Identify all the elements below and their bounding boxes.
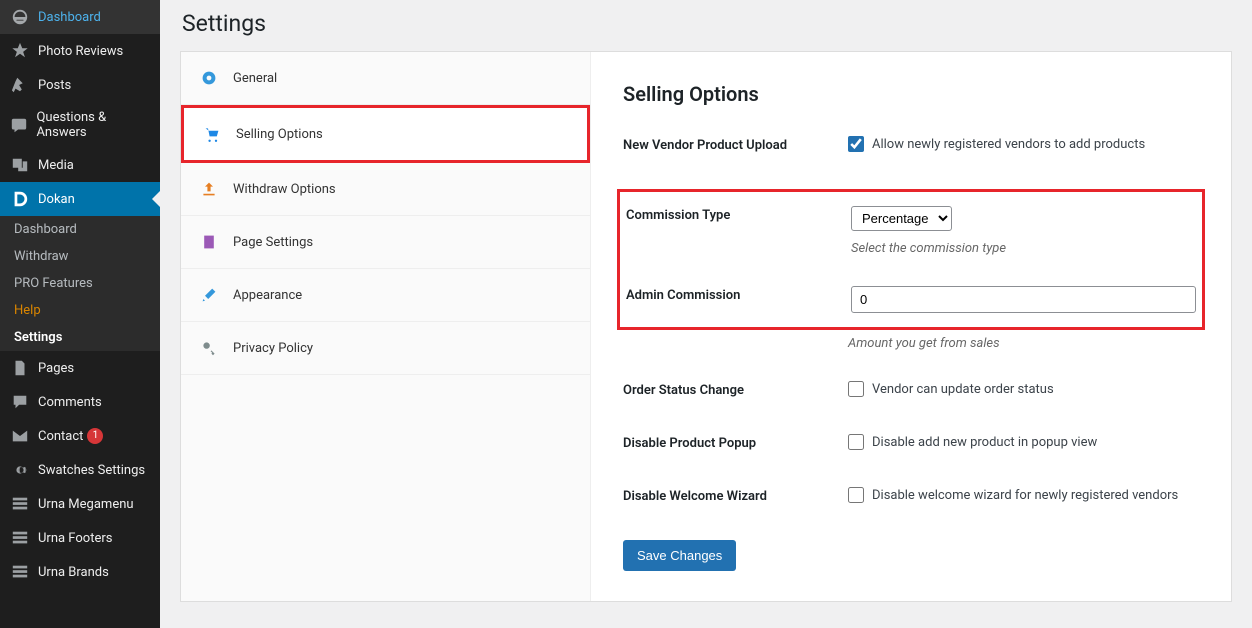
gear-icon — [10, 461, 30, 479]
sidebar-item-comments[interactable]: Comments — [0, 385, 160, 419]
sidebar-item-contact[interactable]: Contact 1 — [0, 419, 160, 453]
tab-label: Page Settings — [233, 235, 313, 250]
checkbox-label: Vendor can update order status — [872, 382, 1054, 397]
field-order-status: Order Status Change Vendor can update or… — [623, 381, 1199, 398]
layout-icon — [10, 563, 30, 581]
settings-content: Selling Options New Vendor Product Uploa… — [591, 52, 1231, 601]
sidebar-label: Photo Reviews — [38, 44, 123, 59]
upload-icon — [201, 181, 219, 197]
tab-general[interactable]: General — [181, 52, 590, 105]
page-title: Settings — [182, 10, 1232, 37]
star-icon — [10, 42, 30, 60]
tab-withdraw-options[interactable]: Withdraw Options — [181, 163, 590, 216]
checkbox-label: Disable add new product in popup view — [872, 435, 1097, 450]
tab-label: Withdraw Options — [233, 182, 336, 197]
sidebar-item-photo-reviews[interactable]: Photo Reviews — [0, 34, 160, 68]
dokan-icon — [10, 190, 30, 208]
disable-wizard-checkbox[interactable] — [848, 487, 864, 503]
tab-page-settings[interactable]: Page Settings — [181, 216, 590, 269]
tab-label: General — [233, 71, 277, 86]
disable-popup-checkbox[interactable] — [848, 434, 864, 450]
new-vendor-checkbox[interactable] — [848, 136, 864, 152]
field-label: Order Status Change — [623, 381, 848, 398]
brush-icon — [201, 287, 219, 303]
sidebar-label: Urna Footers — [38, 531, 112, 546]
sidebar-item-pages[interactable]: Pages — [0, 351, 160, 385]
layout-icon — [10, 495, 30, 513]
layout-icon — [10, 529, 30, 547]
sidebar-label: Comments — [38, 395, 102, 410]
field-description: Select the commission type — [851, 241, 1006, 256]
media-icon — [10, 156, 30, 174]
sidebar-item-posts[interactable]: Posts — [0, 68, 160, 102]
tab-appearance[interactable]: Appearance — [181, 269, 590, 322]
page-icon — [201, 234, 219, 250]
sidebar-item-footers[interactable]: Urna Footers — [0, 521, 160, 555]
content-heading: Selling Options — [623, 82, 1199, 106]
settings-tabs: General Selling Options Withdraw Options… — [181, 52, 591, 601]
submenu-settings[interactable]: Settings — [0, 324, 160, 351]
sidebar-label: Pages — [38, 361, 74, 376]
sidebar-item-media[interactable]: Media — [0, 148, 160, 182]
order-status-checkbox[interactable] — [848, 381, 864, 397]
sidebar-label: Dashboard — [38, 10, 101, 25]
gear-icon — [201, 70, 219, 86]
sidebar-label: Contact — [38, 429, 83, 444]
sidebar-label: Media — [38, 158, 74, 173]
main-content: Settings General Selling Options Withdra… — [160, 0, 1252, 628]
field-disable-wizard: Disable Welcome Wizard Disable welcome w… — [623, 487, 1199, 504]
tab-label: Selling Options — [236, 127, 323, 142]
admin-sidebar: Dashboard Photo Reviews Posts Questions … — [0, 0, 160, 628]
field-label: Disable Product Popup — [623, 434, 848, 451]
checkbox-label: Allow newly registered vendors to add pr… — [872, 137, 1145, 152]
contact-badge: 1 — [87, 428, 103, 444]
sidebar-label: Questions & Answers — [36, 110, 150, 140]
tab-label: Privacy Policy — [233, 341, 313, 356]
field-label: Disable Welcome Wizard — [623, 487, 848, 504]
tab-privacy-policy[interactable]: Privacy Policy — [181, 322, 590, 375]
submenu-pro[interactable]: PRO Features — [0, 270, 160, 297]
comments-icon — [10, 393, 30, 411]
pin-icon — [10, 76, 30, 94]
sidebar-item-megamenu[interactable]: Urna Megamenu — [0, 487, 160, 521]
settings-wrap: General Selling Options Withdraw Options… — [180, 51, 1232, 602]
key-icon — [201, 340, 219, 356]
submenu-help[interactable]: Help — [0, 297, 160, 324]
sidebar-item-dashboard[interactable]: Dashboard — [0, 0, 160, 34]
submenu-dashboard[interactable]: Dashboard — [0, 216, 160, 243]
field-label: Admin Commission — [626, 286, 851, 303]
save-button[interactable]: Save Changes — [623, 540, 736, 571]
sidebar-label: Dokan — [38, 192, 75, 207]
field-disable-popup: Disable Product Popup Disable add new pr… — [623, 434, 1199, 451]
sidebar-label: Urna Brands — [38, 565, 109, 580]
field-description: Amount you get from sales — [848, 336, 1199, 351]
dokan-submenu: Dashboard Withdraw PRO Features Help Set… — [0, 216, 160, 351]
dashboard-icon — [10, 8, 30, 26]
qa-icon — [10, 116, 28, 134]
checkbox-label: Disable welcome wizard for newly registe… — [872, 488, 1178, 503]
sidebar-label: Urna Megamenu — [38, 497, 134, 512]
sidebar-item-qa[interactable]: Questions & Answers — [0, 102, 160, 148]
field-new-vendor-upload: New Vendor Product Upload Allow newly re… — [623, 136, 1199, 153]
commission-type-select[interactable]: Percentage — [851, 206, 952, 231]
sidebar-item-dokan[interactable]: Dokan — [0, 182, 160, 216]
sidebar-item-swatches[interactable]: Swatches Settings — [0, 453, 160, 487]
highlighted-commission-block: Commission Type Percentage Select the co… — [617, 189, 1205, 330]
tab-selling-options[interactable]: Selling Options — [181, 105, 590, 163]
field-label: New Vendor Product Upload — [623, 136, 848, 153]
mail-icon — [10, 427, 30, 445]
field-label: Commission Type — [626, 206, 851, 223]
admin-commission-input[interactable] — [851, 286, 1196, 313]
cart-icon — [204, 126, 222, 142]
sidebar-label: Posts — [38, 78, 71, 93]
submenu-withdraw[interactable]: Withdraw — [0, 243, 160, 270]
pages-icon — [10, 359, 30, 377]
sidebar-label: Swatches Settings — [38, 463, 145, 478]
tab-label: Appearance — [233, 288, 302, 303]
sidebar-item-brands[interactable]: Urna Brands — [0, 555, 160, 589]
